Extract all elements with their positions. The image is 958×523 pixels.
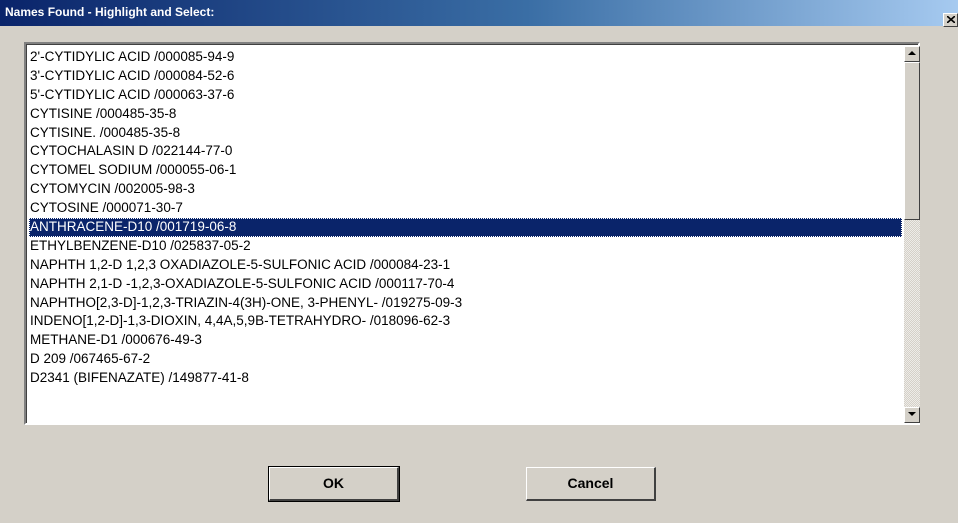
list-item[interactable]: NAPHTH 1,2-D 1,2,3 OXADIAZOLE-5-SULFONIC… bbox=[29, 256, 902, 275]
list-item[interactable]: METHANE-D1 /000676-49-3 bbox=[29, 331, 902, 350]
list-item[interactable]: NAPHTH 2,1-D -1,2,3-OXADIAZOLE-5-SULFONI… bbox=[29, 275, 902, 294]
scroll-up-arrow-icon bbox=[908, 51, 916, 55]
list-item[interactable]: CYTISINE /000485-35-8 bbox=[29, 105, 902, 124]
scroll-down-arrow-icon bbox=[908, 412, 916, 416]
names-listbox[interactable]: 2'-CYTIDYLIC ACID /000085-94-9 3'-CYTIDYL… bbox=[24, 42, 920, 425]
list-item[interactable]: INDENO[1,2-D]-1,3-DIOXIN, 4,4A,5,9B-TETR… bbox=[29, 312, 902, 331]
scroll-thumb[interactable] bbox=[904, 62, 920, 220]
vertical-scrollbar[interactable] bbox=[904, 46, 920, 423]
scroll-up-button[interactable] bbox=[904, 46, 920, 62]
list-item[interactable]: D2341 (BIFENAZATE) /149877-41-8 bbox=[29, 369, 902, 388]
list-item[interactable]: 3'-CYTIDYLIC ACID /000084-52-6 bbox=[29, 67, 902, 86]
scroll-down-button[interactable] bbox=[904, 407, 920, 423]
list-item[interactable]: CYTOMYCIN /002005-98-3 bbox=[29, 180, 902, 199]
names-list[interactable]: 2'-CYTIDYLIC ACID /000085-94-9 3'-CYTIDYL… bbox=[29, 48, 902, 424]
list-item[interactable]: 2'-CYTIDYLIC ACID /000085-94-9 bbox=[29, 48, 902, 67]
list-item[interactable]: NAPHTHO[2,3-D]-1,2,3-TRIAZIN-4(3H)-ONE, … bbox=[29, 294, 902, 313]
list-item[interactable]: CYTISINE. /000485-35-8 bbox=[29, 124, 902, 143]
list-item[interactable]: CYTOMEL SODIUM /000055-06-1 bbox=[29, 161, 902, 180]
title-bar: Names Found - Highlight and Select: bbox=[0, 0, 958, 26]
list-item[interactable]: ETHYLBENZENE-D10 /025837-05-2 bbox=[29, 237, 902, 256]
list-item[interactable]: D 209 /067465-67-2 bbox=[29, 350, 902, 369]
list-item-selected[interactable]: ANTHRACENE-D10 /001719-06-8 bbox=[29, 218, 902, 237]
close-x-icon bbox=[947, 16, 955, 23]
list-item[interactable]: CYTOSINE /000071-30-7 bbox=[29, 199, 902, 218]
cancel-button[interactable]: Cancel bbox=[526, 467, 656, 501]
close-button[interactable] bbox=[943, 13, 958, 27]
window-title: Names Found - Highlight and Select: bbox=[5, 5, 215, 19]
ok-button[interactable]: OK bbox=[268, 466, 400, 502]
list-item[interactable]: 5'-CYTIDYLIC ACID /000063-37-6 bbox=[29, 86, 902, 105]
list-item[interactable]: CYTOCHALASIN D /022144-77-0 bbox=[29, 142, 902, 161]
